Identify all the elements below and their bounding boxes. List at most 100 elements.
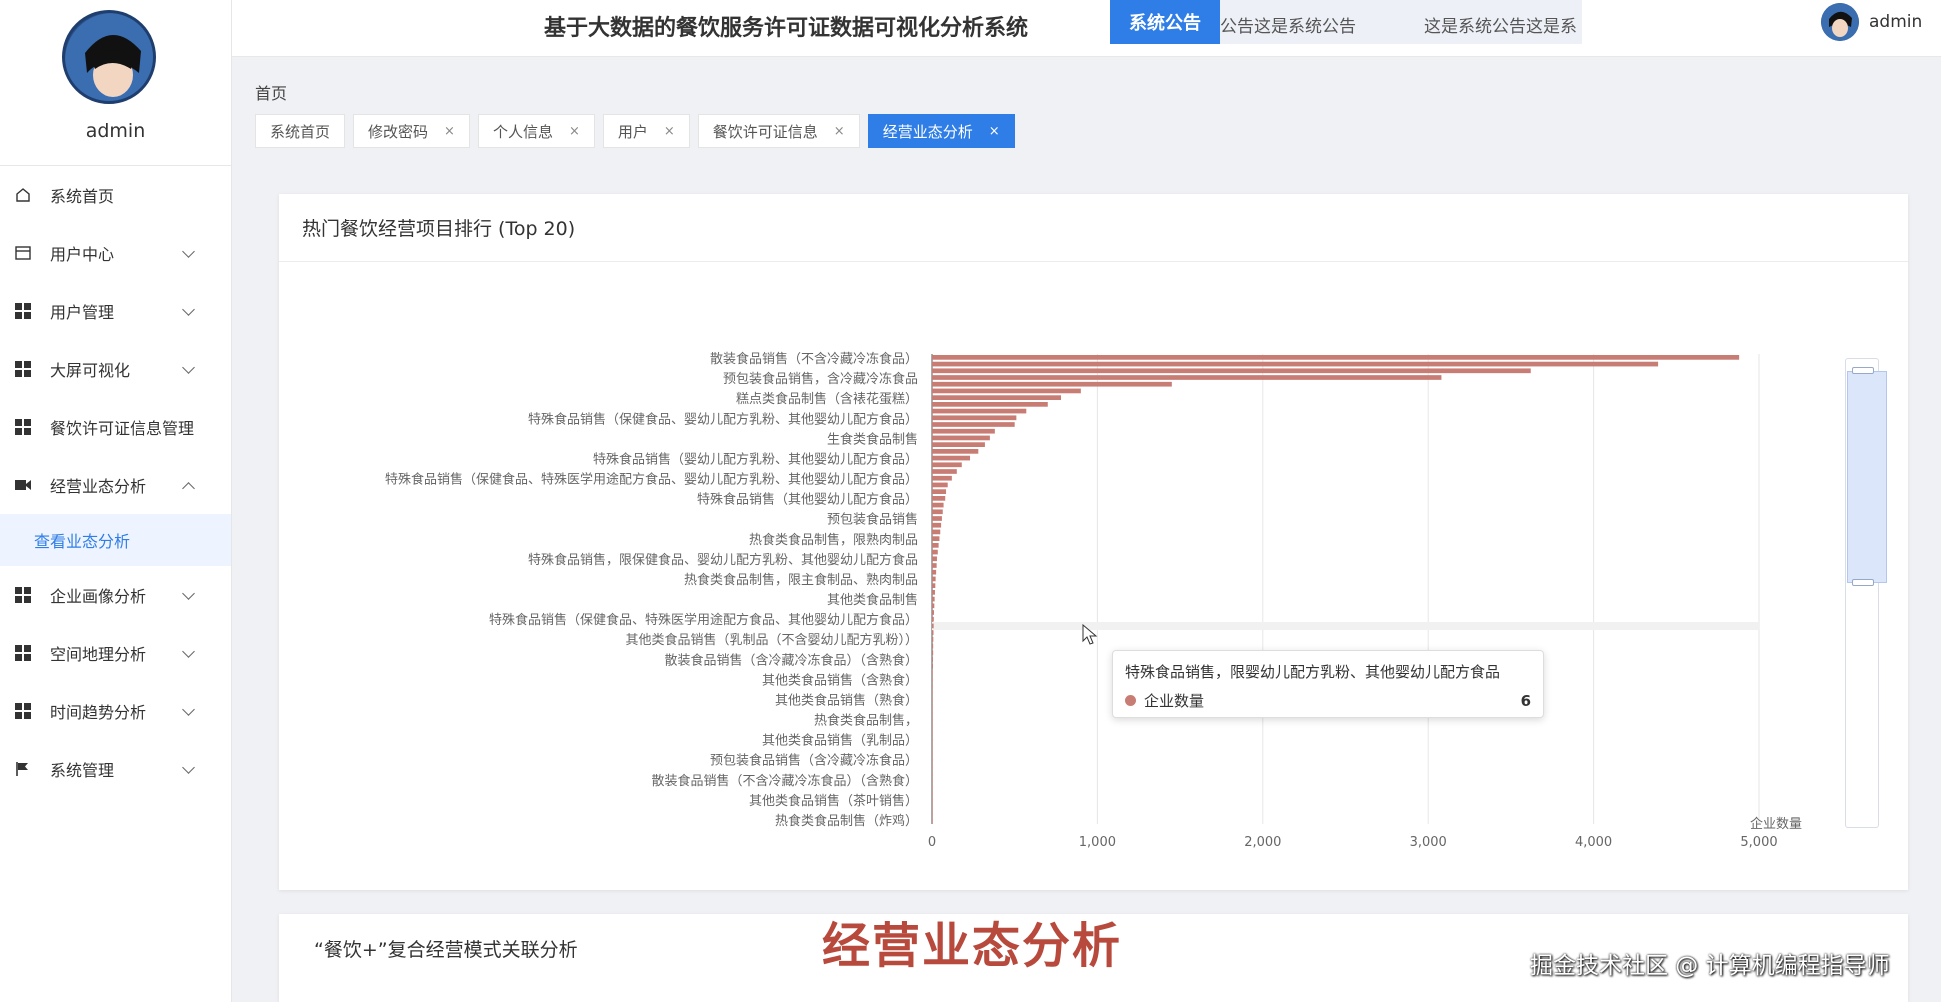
grid-icon (12, 586, 34, 604)
sidebar-item-big-screen[interactable]: 大屏可视化 (0, 340, 231, 398)
tab-business-analysis[interactable]: 经营业态分析 × (867, 114, 1015, 148)
bar (932, 475, 952, 481)
bar (932, 684, 933, 689)
bar (932, 596, 935, 602)
bar (932, 442, 985, 447)
x-axis-label: 企业数量 (1750, 816, 1802, 832)
bar (932, 482, 948, 488)
sidebar-item-time-trend[interactable]: 时间趋势分析 (0, 682, 231, 740)
bar (932, 415, 1017, 421)
bar (932, 697, 933, 703)
bar (932, 710, 933, 716)
bar (932, 643, 934, 649)
tab-user[interactable]: 用户 × (602, 114, 690, 148)
tooltip-value: 6 (1520, 691, 1531, 710)
close-icon[interactable]: × (569, 124, 580, 139)
bar (932, 724, 933, 729)
notice-text: 公告这是系统公告 这是系统公告这是系 (1220, 17, 1577, 37)
sidebar-item-home[interactable]: 系统首页 (0, 166, 231, 224)
app-title: 基于大数据的餐饮服务许可证数据可视化分析系统 (544, 16, 1029, 41)
tooltip-title: 特殊食品销售，限婴幼儿配方乳粉、其他婴幼儿配方食品 (1125, 663, 1501, 681)
bar (932, 529, 941, 535)
home-icon (12, 186, 34, 204)
y-tick-label: 其他类食品制售 (827, 592, 918, 608)
tab-label: 修改密码 (368, 122, 429, 141)
system-notice: 系统公告 公告这是系统公告 这是系统公告这是系 (1110, 0, 1582, 44)
x-tick-label: 2,000 (1244, 835, 1281, 850)
tab-label: 个人信息 (492, 122, 553, 141)
close-icon[interactable]: × (444, 124, 455, 139)
bar (932, 657, 933, 662)
bar (932, 556, 937, 562)
chevron-down-icon (182, 645, 195, 658)
sidebar-item-system[interactable]: 系统管理 (0, 740, 231, 798)
chevron-down-icon (182, 303, 195, 316)
y-tick-label: 散装食品销售（不含冷藏冷冻食品）（含熟食） (651, 773, 918, 789)
chart-card-top20: 热门餐饮经营项目排行 (Top 20) (279, 194, 1908, 890)
sidebar-item-user-management[interactable]: 用户管理 (0, 282, 231, 340)
tab-license-info[interactable]: 餐饮许可证信息 × (697, 114, 860, 148)
zoom-handle-bottom[interactable] (1852, 579, 1874, 586)
y-tick-label: 热食类食品制售，限熟肉制品 (749, 532, 918, 548)
sidebar-item-user-center[interactable]: 用户中心 (0, 224, 231, 282)
avatar[interactable] (62, 10, 156, 104)
y-tick-label: 其他类食品销售（熟食） (775, 692, 918, 708)
bar (932, 663, 933, 669)
data-zoom-slider[interactable] (1845, 358, 1887, 828)
user-avatar[interactable] (1821, 3, 1859, 41)
y-tick-label: 预包装食品销售，含冷藏冷冻食品 (723, 371, 918, 387)
bar (932, 375, 1442, 380)
tooltip-row: 企业数量 6 (1125, 690, 1531, 711)
grid-icon (12, 360, 34, 378)
y-tick-label: 特殊食品销售（婴幼儿配方乳粉、其他婴幼儿配方食品） (593, 451, 918, 467)
sidebar-item-license-management[interactable]: 餐饮许可证信息管理 (0, 398, 231, 456)
hover-band (932, 622, 1759, 630)
bar (932, 637, 934, 642)
bar (932, 610, 934, 615)
bar (932, 804, 933, 810)
tab-personal-info[interactable]: 个人信息 × (477, 114, 595, 148)
sidebar-item-spatial[interactable]: 空间地理分析 (0, 624, 231, 682)
series-dot-icon (1125, 695, 1136, 706)
bar (932, 522, 942, 528)
bar (932, 469, 957, 474)
tab-change-password[interactable]: 修改密码 × (353, 114, 470, 148)
bar (932, 509, 943, 515)
mouse-cursor-icon (1082, 624, 1098, 645)
tab-bar: 系统首页 修改密码 × 个人信息 × 用户 × 餐饮许可证信息 × 经营业态分析 × (255, 114, 1023, 148)
bar (932, 616, 934, 622)
y-tick-label: 糕点类食品制售（含裱花蛋糕） (736, 391, 918, 407)
breadcrumb[interactable]: 首页 (255, 80, 287, 104)
bar (932, 590, 935, 595)
data-zoom-window[interactable] (1847, 371, 1887, 583)
bar (932, 502, 944, 508)
bar (932, 771, 933, 776)
bar (932, 576, 936, 582)
chart-tooltip: 特殊食品销售，限婴幼儿配方乳粉、其他婴幼儿配方食品 企业数量 6 (1112, 650, 1544, 718)
bar (932, 818, 933, 823)
y-tick-label: 散装食品销售（不含冷藏冷冻食品） (710, 351, 918, 367)
y-tick-label: 特殊食品销售（保健食品、特殊医学用途配方食品、婴幼儿配方乳粉、其他婴幼儿配方食品… (385, 472, 918, 488)
bar (932, 623, 934, 629)
bar (932, 791, 933, 797)
y-tick-label: 预包装食品销售（含冷藏冷冻食品） (710, 753, 918, 769)
sidebar-subitem-view-analysis[interactable]: 查看业态分析 (0, 514, 231, 566)
sidebar-item-business-analysis[interactable]: 经营业态分析 (0, 456, 231, 514)
bar (932, 630, 934, 635)
x-tick-label: 4,000 (1575, 835, 1612, 850)
close-icon[interactable]: × (989, 124, 1000, 139)
y-tick-label: 热食类食品制售（炸鸡） (775, 813, 918, 829)
bar (932, 496, 946, 501)
close-icon[interactable]: × (664, 124, 675, 139)
chevron-up-icon (182, 482, 195, 495)
profile: admin (0, 0, 231, 166)
sidebar-item-enterprise-profile[interactable]: 企业画像分析 (0, 566, 231, 624)
bar (932, 650, 934, 656)
user-menu[interactable]: admin (1821, 0, 1941, 44)
zoom-handle-top[interactable] (1852, 367, 1874, 374)
bar (932, 455, 971, 461)
bar (932, 757, 933, 763)
x-tick-label: 5,000 (1740, 835, 1777, 850)
tab-home[interactable]: 系统首页 (255, 114, 346, 148)
close-icon[interactable]: × (834, 124, 845, 139)
